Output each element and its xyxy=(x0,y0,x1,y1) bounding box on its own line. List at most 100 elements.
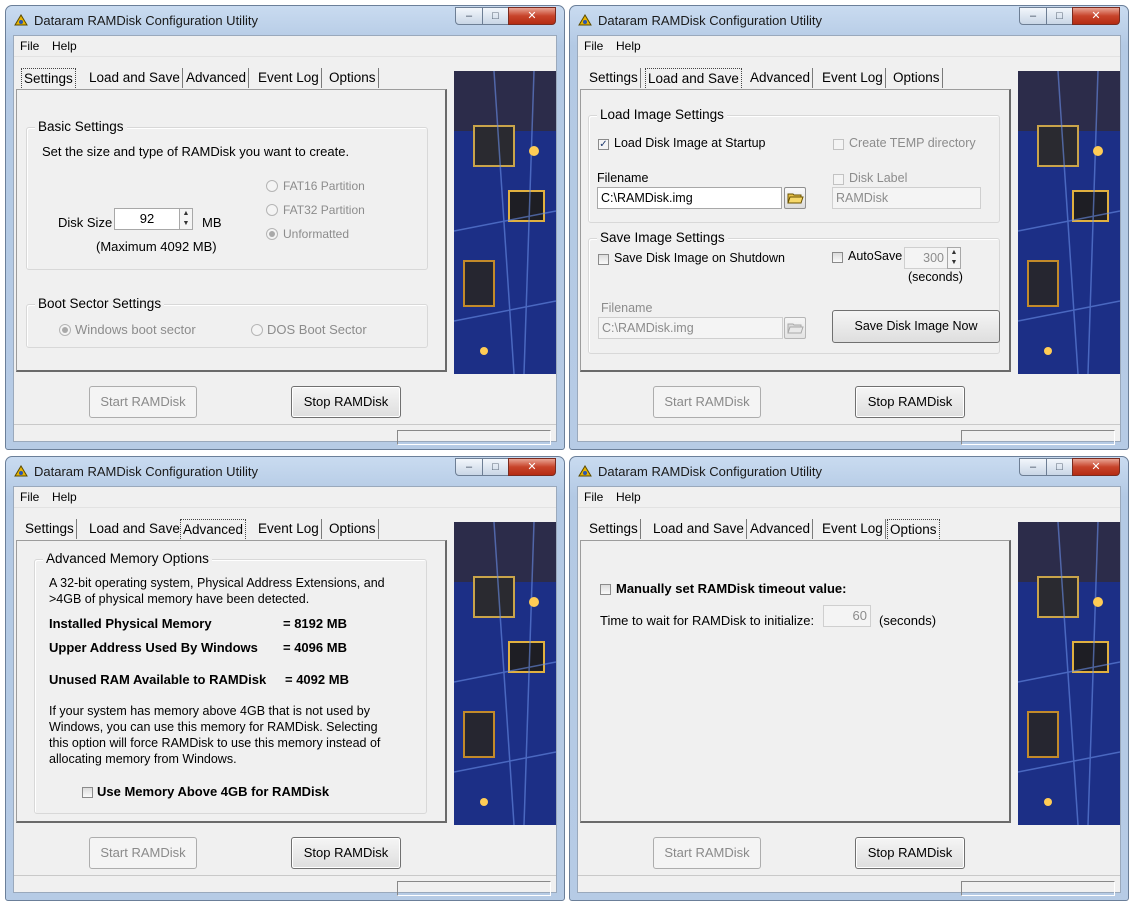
manual-timeout-checkbox[interactable] xyxy=(600,584,611,595)
tab-options[interactable]: Options xyxy=(327,68,379,88)
advanced-intro-line-1: A 32-bit operating system, Physical Addr… xyxy=(49,576,385,590)
menu-help[interactable]: Help xyxy=(616,39,641,53)
load-browse-button[interactable] xyxy=(784,187,806,209)
app-icon xyxy=(578,465,592,477)
tab-load-and-save[interactable]: Load and Save xyxy=(87,519,183,539)
tab-load-and-save[interactable]: Load and Save xyxy=(645,68,742,90)
title-bar[interactable]: Dataram RAMDisk Configuration Utility – … xyxy=(6,457,564,485)
tab-event-log[interactable]: Event Log xyxy=(820,68,886,88)
menu-help[interactable]: Help xyxy=(616,490,641,504)
tab-settings[interactable]: Settings xyxy=(21,68,76,90)
status-field xyxy=(961,430,1115,445)
tab-settings[interactable]: Settings xyxy=(23,519,77,539)
tab-settings[interactable]: Settings xyxy=(587,519,641,539)
title-bar[interactable]: Dataram RAMDisk Configuration Utility – … xyxy=(570,457,1128,485)
unformatted-label: Unformatted xyxy=(283,227,350,241)
installed-memory-value: = 8192 MB xyxy=(283,616,347,631)
advanced-memory-title: Advanced Memory Options xyxy=(43,551,212,566)
start-ramdisk-button[interactable]: Start RAMDisk xyxy=(653,386,761,418)
status-bar xyxy=(14,424,556,445)
maximize-button[interactable]: □ xyxy=(1046,7,1073,25)
save-filename-input[interactable]: C:\RAMDisk.img xyxy=(598,317,783,339)
fat32-radio[interactable] xyxy=(266,204,278,216)
fat16-radio[interactable] xyxy=(266,180,278,192)
stop-ramdisk-button[interactable]: Stop RAMDisk xyxy=(291,386,401,418)
app-icon xyxy=(14,14,28,26)
tab-advanced[interactable]: Advanced xyxy=(748,519,814,539)
tab-options[interactable]: Options xyxy=(327,519,379,539)
autosave-unit: (seconds) xyxy=(908,270,963,284)
save-on-shutdown-checkbox[interactable] xyxy=(598,254,609,265)
disk-label-input[interactable]: RAMDisk xyxy=(832,187,981,209)
tab-event-log[interactable]: Event Log xyxy=(256,68,322,88)
maximize-button[interactable]: □ xyxy=(482,7,509,25)
minimize-button[interactable]: – xyxy=(455,458,483,476)
tab-options[interactable]: Options xyxy=(887,519,940,541)
tab-advanced[interactable]: Advanced xyxy=(184,68,250,88)
windows-boot-radio[interactable] xyxy=(59,324,71,336)
app-icon xyxy=(578,14,592,26)
basic-settings-title: Basic Settings xyxy=(35,119,127,134)
autosave-spinner[interactable]: ▲ ▼ xyxy=(947,247,961,269)
status-field xyxy=(397,881,551,896)
status-field xyxy=(961,881,1115,896)
window-client: File Help Settings Load and Save Advance… xyxy=(577,35,1121,445)
tab-settings[interactable]: Settings xyxy=(587,68,641,88)
tab-load-and-save[interactable]: Load and Save xyxy=(651,519,747,539)
dos-boot-radio[interactable] xyxy=(251,324,263,336)
stop-ramdisk-button[interactable]: Stop RAMDisk xyxy=(855,386,965,418)
tab-load-and-save[interactable]: Load and Save xyxy=(87,68,183,88)
create-temp-checkbox[interactable] xyxy=(833,139,844,150)
maximize-button[interactable]: □ xyxy=(1046,458,1073,476)
load-filename-input[interactable]: C:\RAMDisk.img xyxy=(597,187,782,209)
close-button[interactable]: ✕ xyxy=(1072,458,1120,476)
disk-label-checkbox[interactable] xyxy=(833,174,844,185)
stop-ramdisk-button[interactable]: Stop RAMDisk xyxy=(291,837,401,869)
window-title: Dataram RAMDisk Configuration Utility xyxy=(34,13,258,28)
minimize-button[interactable]: – xyxy=(1019,458,1047,476)
start-ramdisk-button[interactable]: Start RAMDisk xyxy=(653,837,761,869)
menu-help[interactable]: Help xyxy=(52,490,77,504)
unformatted-radio[interactable] xyxy=(266,228,278,240)
menu-file[interactable]: File xyxy=(20,39,39,53)
window-load-and-save: Dataram RAMDisk Configuration Utility – … xyxy=(569,5,1129,450)
menu-file[interactable]: File xyxy=(20,490,39,504)
tab-event-log[interactable]: Event Log xyxy=(820,519,886,539)
autosave-interval-input[interactable]: 300 xyxy=(904,247,948,269)
save-image-now-button[interactable]: Save Disk Image Now xyxy=(832,310,1000,343)
wait-time-label: Time to wait for RAMDisk to initialize: xyxy=(600,613,815,628)
save-browse-button[interactable] xyxy=(784,317,806,339)
menu-help[interactable]: Help xyxy=(52,39,77,53)
tab-advanced[interactable]: Advanced xyxy=(748,68,814,88)
close-button[interactable]: ✕ xyxy=(508,7,556,25)
minimize-button[interactable]: – xyxy=(455,7,483,25)
close-button[interactable]: ✕ xyxy=(1072,7,1120,25)
window-title: Dataram RAMDisk Configuration Utility xyxy=(598,464,822,479)
boot-sector-group: Boot Sector Settings Windows boot sector… xyxy=(26,296,428,348)
disk-size-input[interactable]: 92 xyxy=(114,208,180,230)
start-ramdisk-button[interactable]: Start RAMDisk xyxy=(89,386,197,418)
menu-file[interactable]: File xyxy=(584,490,603,504)
menu-bar: File Help xyxy=(14,487,556,508)
window-client: File Help Settings Load and Save Advance… xyxy=(13,35,557,445)
close-button[interactable]: ✕ xyxy=(508,458,556,476)
tab-advanced[interactable]: Advanced xyxy=(180,519,247,541)
title-bar[interactable]: Dataram RAMDisk Configuration Utility – … xyxy=(570,6,1128,34)
load-filename-label: Filename xyxy=(597,171,649,185)
tab-event-log[interactable]: Event Log xyxy=(256,519,322,539)
stop-ramdisk-button[interactable]: Stop RAMDisk xyxy=(855,837,965,869)
tab-options[interactable]: Options xyxy=(891,68,943,88)
menu-file[interactable]: File xyxy=(584,39,603,53)
maximize-button[interactable]: □ xyxy=(482,458,509,476)
title-bar[interactable]: Dataram RAMDisk Configuration Utility – … xyxy=(6,6,564,34)
minimize-button[interactable]: – xyxy=(1019,7,1047,25)
disk-size-spinner[interactable]: ▲ ▼ xyxy=(179,208,193,230)
start-ramdisk-button[interactable]: Start RAMDisk xyxy=(89,837,197,869)
advanced-desc-line-1: If your system has memory above 4GB that… xyxy=(49,704,370,718)
autosave-checkbox[interactable] xyxy=(832,252,843,263)
load-at-startup-checkbox[interactable]: ✓ xyxy=(598,139,609,150)
use-above-4gb-checkbox[interactable] xyxy=(82,787,93,798)
disk-label-label: Disk Label xyxy=(849,171,908,185)
wait-time-input[interactable]: 60 xyxy=(823,605,871,627)
advanced-desc-line-2: Windows, you can use this memory for RAM… xyxy=(49,720,378,734)
